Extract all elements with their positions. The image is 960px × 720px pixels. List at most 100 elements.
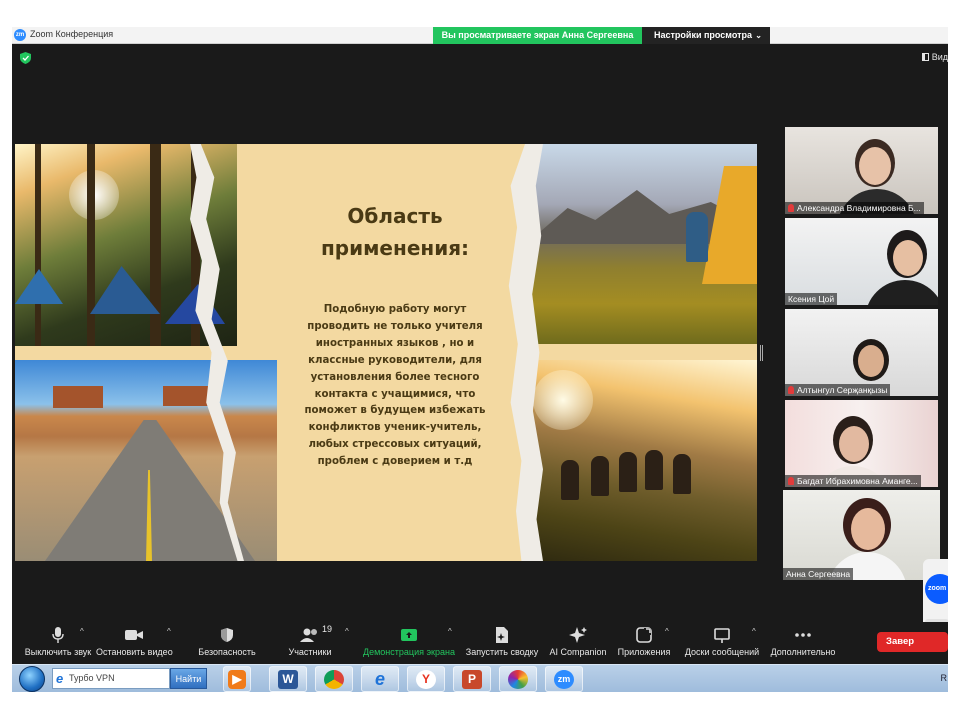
slide-body-line: контакта с учащимися, что [314, 388, 476, 400]
participant-name-label: Багдат Ибрахимовна Аманге... [797, 476, 918, 486]
screen-share-banner: Вы просматриваете экран Анна Сергеевна [433, 27, 642, 44]
end-meeting-button[interactable]: Завер [877, 632, 948, 652]
participant-video-tile[interactable]: Ксения Цой [785, 218, 938, 305]
slide-body-line: иностранных языков , но и [315, 337, 475, 349]
taskbar-word-app[interactable]: W [269, 666, 307, 692]
tree-trunk [35, 144, 41, 346]
apps-options-caret-icon[interactable]: ^ [665, 627, 669, 636]
tree-trunk [150, 144, 161, 346]
yandex-browser-icon: Y [416, 670, 436, 689]
ai-sparkle-icon [569, 627, 587, 643]
participant-name-label: Ксения Цой [788, 294, 835, 304]
tree-trunk [87, 144, 95, 346]
desert-road-photo [15, 360, 277, 561]
taskbar-chrome-app[interactable] [315, 666, 353, 692]
taskbar-powerpoint-app[interactable]: P [453, 666, 491, 692]
windows-taskbar: e Турбо VPN Найти ▶ W e Y P zm R [12, 664, 948, 692]
blue-tent [15, 269, 63, 304]
video-options-caret-icon[interactable]: ^ [167, 627, 171, 636]
active-speaker-video-tile[interactable]: Анна Сергеевна [783, 490, 940, 580]
taskbar-zoom-app[interactable]: zm [545, 666, 583, 692]
share-screen-label: Демонстрация экрана [363, 647, 455, 657]
windows-start-button[interactable] [19, 666, 45, 692]
sun-glow [533, 370, 593, 430]
mic-muted-icon [788, 204, 794, 212]
browser-e-icon: e [56, 671, 64, 686]
slide-body-line: Подобную работу могут [323, 304, 467, 315]
view-layout-icon [921, 53, 929, 61]
security-shield-icon[interactable] [20, 52, 31, 64]
slide-body-line: конфликтов ученик-учитель, [308, 422, 482, 434]
security-label: Безопасность [198, 647, 256, 657]
participant-face [893, 240, 923, 276]
panel-resize-handle[interactable] [760, 345, 763, 361]
meeting-toolbar: Выключить звук ^ Остановить видео ^ Безо… [12, 622, 948, 664]
participant-face [839, 426, 869, 462]
apps-label: Приложения [617, 647, 671, 657]
participants-options-caret-icon[interactable]: ^ [345, 627, 349, 636]
system-tray-language[interactable]: R [941, 673, 948, 683]
title-bar: zm Zoom Конференция Вы просматриваете эк… [12, 27, 948, 44]
slide-body-line: установления более тесного [310, 371, 480, 383]
apps-icon [636, 627, 652, 643]
chrome-icon [324, 670, 344, 689]
more-button[interactable]: Дополнительно [768, 626, 838, 662]
participant-name-label: Анна Сергеевна [786, 569, 851, 579]
person-sitting [686, 212, 708, 262]
taskbar-search-button[interactable]: Найти [170, 668, 207, 689]
mute-audio-button[interactable]: Выключить звук [18, 626, 98, 662]
stop-video-button[interactable]: Остановить видео [96, 626, 173, 662]
taskbar-search-text: Турбо VPN [69, 673, 115, 683]
microphone-icon [52, 627, 64, 643]
whiteboards-label: Доски сообщений [684, 647, 760, 657]
powerpoint-icon: P [462, 670, 482, 689]
shield-icon [221, 628, 233, 642]
taskbar-internet-explorer-app[interactable]: e [361, 666, 399, 692]
slide-body-line: проблем с доверием и т.д [317, 456, 473, 468]
hikers-sunset-photo [533, 360, 757, 561]
chevron-down-icon: ⌄ [755, 31, 762, 40]
photos-app-icon [508, 670, 528, 689]
slide-body-line: классные руководители, для [308, 354, 482, 366]
view-button[interactable]: Вид [921, 52, 948, 62]
ai-companion-label: AI Companion [549, 647, 607, 657]
share-options-caret-icon[interactable]: ^ [448, 627, 452, 636]
taskbar-video-app[interactable]: ▶ [223, 666, 251, 692]
play-icon: ▶ [228, 670, 246, 689]
mic-muted-icon [788, 386, 794, 394]
participant-face [859, 147, 891, 185]
internet-explorer-icon: e [374, 669, 385, 689]
participant-name: Александра Владимировна Б... [785, 202, 924, 214]
participant-name: Ксения Цой [785, 293, 838, 305]
slide-body-line: поможет в будущем избежать [304, 405, 486, 417]
participants-icon [300, 628, 317, 642]
mountain-tent-photo [526, 144, 757, 344]
taskbar-yandex-app[interactable]: Y [407, 666, 445, 692]
zoom-window: zm Zoom Конференция Вы просматриваете эк… [12, 27, 948, 692]
zoom-app-icon: zoom [925, 574, 948, 604]
share-screen-button[interactable]: Демонстрация экрана [362, 626, 456, 662]
slide-body-line: любых стрессовых ситуаций, [308, 439, 482, 451]
participant-name: Анна Сергеевна [783, 568, 854, 580]
participant-video-tile[interactable]: Алтынгул Серҗанқызы [785, 309, 938, 396]
view-settings-button[interactable]: Настройки просмотра ⌄ [642, 27, 770, 44]
taskbar-search-input[interactable]: e Турбо VPN [52, 668, 170, 689]
butte-rock [53, 386, 103, 408]
whiteboard-icon [714, 628, 730, 643]
slide-title: Область применения: [285, 200, 505, 264]
view-button-label: Вид [931, 52, 948, 62]
more-dots-icon [795, 633, 811, 637]
taskbar-photos-app[interactable] [499, 666, 537, 692]
hiker [673, 454, 691, 494]
summary-document-icon [496, 627, 508, 643]
slide-title-line: Область [347, 204, 443, 228]
participant-video-tile[interactable]: Багдат Ибрахимовна Аманге... [785, 400, 938, 487]
participant-video-tile[interactable]: Александра Владимировна Б... [785, 127, 938, 214]
participant-name: Багдат Ибрахимовна Аманге... [785, 475, 921, 487]
audio-options-caret-icon[interactable]: ^ [80, 627, 84, 636]
ai-companion-button[interactable]: AI Companion [548, 626, 608, 662]
more-label: Дополнительно [770, 647, 836, 657]
summary-button[interactable]: Запустить сводку [464, 626, 540, 662]
whiteboards-options-caret-icon[interactable]: ^ [752, 627, 756, 636]
security-button[interactable]: Безопасность [196, 626, 258, 662]
